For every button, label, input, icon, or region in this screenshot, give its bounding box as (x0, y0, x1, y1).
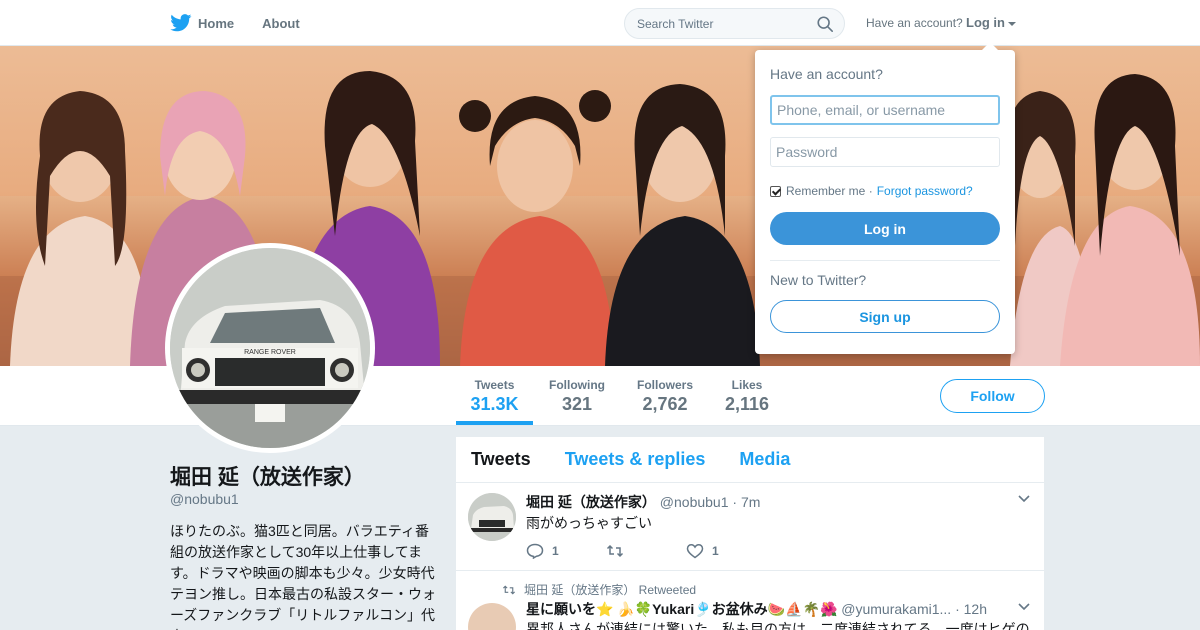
tweet-item[interactable]: 堀田 延（放送作家） Retweeted 星に願いを⭐ 🍌🍀Yukari🎐お盆休… (456, 571, 1044, 630)
profile-avatar[interactable]: RANGE ROVER (165, 243, 375, 453)
like-action[interactable]: 1 (686, 543, 766, 559)
divider (770, 260, 1000, 261)
caret-down-icon (1008, 21, 1016, 26)
timeline: Tweets Tweets & replies Media 堀田 延（放送作家）… (456, 437, 1044, 630)
have-account-text: Have an account? (866, 16, 963, 30)
top-navigation-bar: Home About Have an account? Log in (0, 0, 1200, 46)
tweet-author-name[interactable]: 堀田 延（放送作家） (526, 494, 656, 510)
nav-about[interactable]: About (262, 16, 300, 31)
tab-tweets[interactable]: Tweets (471, 449, 531, 470)
active-stat-indicator (456, 421, 533, 425)
stat-followers-value: 2,762 (642, 394, 688, 414)
search-input[interactable] (625, 9, 805, 38)
like-icon (686, 544, 704, 559)
login-dropdown: Have an account? Remember me · Forgot pa… (755, 42, 1015, 354)
retweet-icon (606, 544, 624, 558)
reply-icon (526, 543, 544, 559)
new-to-twitter-text: New to Twitter? (770, 272, 867, 288)
retweet-context: 堀田 延（放送作家） Retweeted (502, 581, 696, 598)
chevron-down-icon[interactable] (1018, 495, 1030, 503)
tweet-text: 雨がめっちゃすごい (526, 515, 652, 531)
tweet-avatar[interactable] (468, 603, 516, 630)
avatar-plate-text: RANGE ROVER (244, 349, 296, 356)
tab-media[interactable]: Media (739, 449, 790, 470)
search-box (624, 8, 845, 39)
stat-tweets[interactable]: Tweets 31.3K (456, 378, 533, 415)
retweet-action[interactable] (606, 543, 686, 559)
tweet-text: 異邦人さんが連結には驚いた。私も目の方は、二度連結されてる。一度はヒゲの (526, 621, 1030, 630)
search-icon[interactable] (816, 15, 834, 33)
tweet-header: 堀田 延（放送作家） @nobubu1 · 7m (526, 492, 760, 512)
dropdown-arrow (982, 42, 998, 50)
tweet-timestamp[interactable]: · 12h (955, 601, 987, 617)
login-dropdown-title: Have an account? (770, 66, 883, 82)
nav-about-label: About (262, 15, 300, 31)
tweet-author-handle[interactable]: @nobubu1 (660, 494, 729, 510)
remember-me-row: Remember me · Forgot password? (770, 184, 973, 198)
retweet-icon (502, 584, 516, 595)
tweet-actions: 1 1 (526, 543, 766, 559)
checkbox-icon[interactable] (770, 185, 781, 197)
tab-tweets-replies[interactable]: Tweets & replies (565, 449, 706, 470)
tweet-item[interactable]: 堀田 延（放送作家） @nobubu1 · 7m 雨がめっちゃすごい 1 1 (456, 483, 1044, 571)
avatar-image: RANGE ROVER (170, 248, 370, 448)
signup-button[interactable]: Sign up (770, 300, 1000, 333)
stat-tweets-value: 31.3K (470, 394, 519, 414)
login-button[interactable]: Log in (770, 212, 1000, 245)
login-menu-toggle[interactable]: Log in (966, 15, 1016, 30)
tweet-timestamp[interactable]: · 7m (732, 494, 760, 510)
stat-followers[interactable]: Followers 2,762 (630, 378, 700, 415)
follow-button[interactable]: Follow (940, 379, 1045, 413)
stat-following-label: Following (549, 378, 605, 392)
avatar-car-illustration: RANGE ROVER (170, 248, 370, 448)
login-menu-label: Log in (966, 15, 1005, 30)
reply-count: 1 (552, 544, 559, 558)
stat-following-value: 321 (561, 394, 593, 414)
nav-left: Home About (170, 0, 328, 46)
tweet-author-handle[interactable]: @yumurakami1... (841, 601, 951, 617)
nav-home[interactable]: Home (170, 14, 234, 32)
twitter-bird-icon (170, 14, 192, 32)
password-field[interactable] (770, 137, 1000, 167)
stat-likes[interactable]: Likes 2,116 (718, 378, 776, 415)
stat-tweets-label: Tweets (474, 378, 515, 392)
remember-me-label[interactable]: Remember me · (786, 184, 873, 198)
profile-bio: ほりたのぶ。猫3匹と同居。バラエティ番組の放送作家として30年以上仕事してます。… (170, 523, 436, 630)
tweet-author-name[interactable]: 星に願いを⭐ 🍌🍀Yukari🎐お盆休み🍉⛵🌴🌺 (526, 601, 837, 617)
like-count: 1 (712, 544, 719, 558)
profile-handle[interactable]: @nobubu1 (170, 491, 239, 507)
profile-name: 堀田 延（放送作家） (170, 466, 365, 489)
timeline-tabs: Tweets Tweets & replies Media (456, 437, 1044, 483)
reply-action[interactable]: 1 (526, 543, 606, 559)
tweet-header: 星に願いを⭐ 🍌🍀Yukari🎐お盆休み🍉⛵🌴🌺 @yumurakami1...… (526, 599, 987, 619)
nav-home-label: Home (198, 15, 235, 31)
forgot-password-link[interactable]: Forgot password? (877, 184, 973, 198)
stat-following[interactable]: Following 321 (542, 378, 612, 415)
stat-likes-value: 2,116 (724, 394, 770, 414)
tweet-avatar-car (468, 493, 516, 541)
stat-likes-label: Likes (731, 378, 763, 392)
retweet-context-text[interactable]: 堀田 延（放送作家） Retweeted (524, 581, 696, 598)
username-field[interactable] (770, 95, 1000, 125)
tweet-avatar[interactable] (468, 493, 516, 541)
stat-followers-label: Followers (636, 378, 693, 392)
chevron-down-icon[interactable] (1018, 603, 1030, 611)
